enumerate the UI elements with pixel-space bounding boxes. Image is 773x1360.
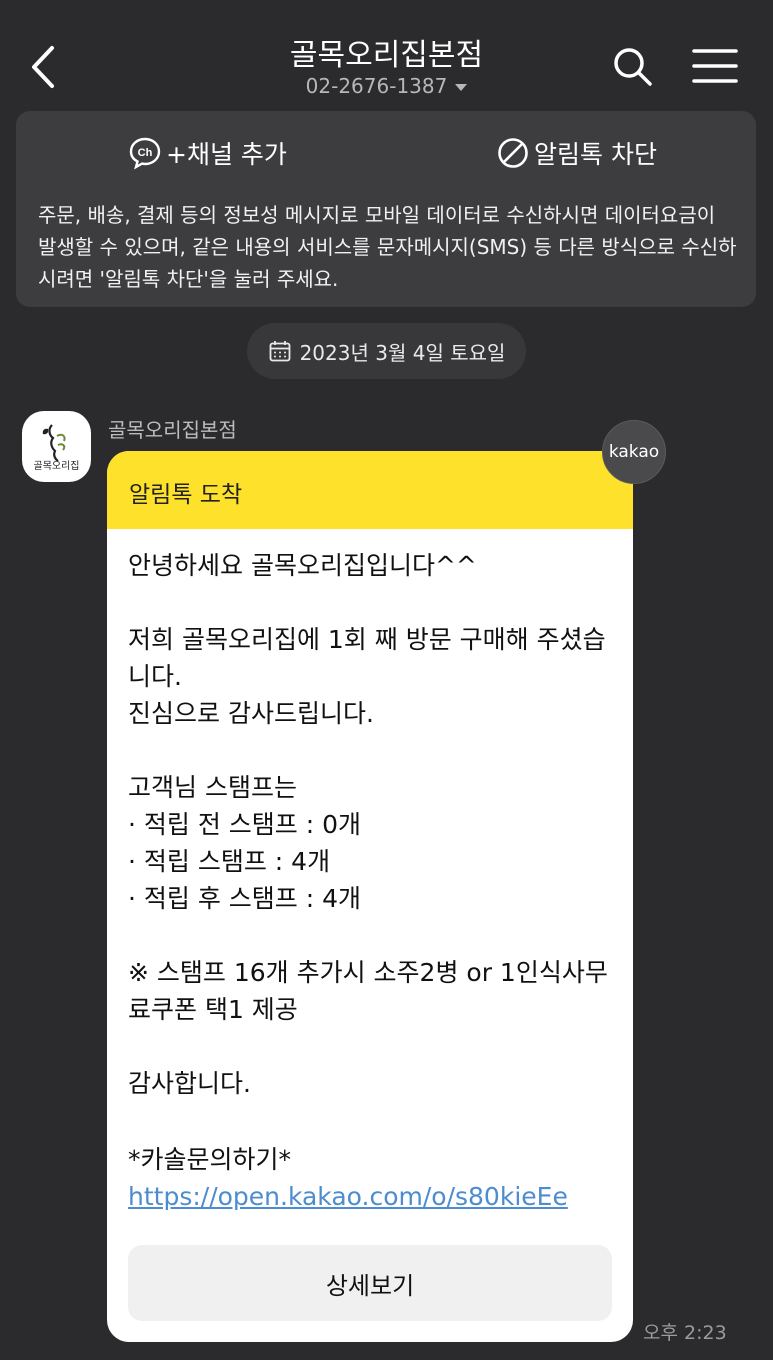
sender-name: 골목오리집본점 bbox=[108, 418, 237, 442]
block-icon bbox=[498, 138, 528, 168]
message-header-text: 알림톡 도착 bbox=[129, 482, 243, 508]
view-details-button[interactable]: 상세보기 bbox=[128, 1245, 612, 1321]
inquiry-label: *카솔문의하기* bbox=[128, 1145, 292, 1174]
calendar-icon bbox=[269, 341, 290, 362]
search-icon bbox=[614, 48, 652, 86]
svg-text:Ch: Ch bbox=[138, 147, 153, 159]
add-channel-label: +채널 추가 bbox=[166, 140, 287, 169]
caret-down-icon bbox=[455, 84, 468, 91]
message-bubble: 알림톡 도착 안녕하세요 골목오리집입니다^^ 저희 골목오리집에 1회 째 방… bbox=[107, 451, 633, 1342]
channel-notice-box: Ch +채널 추가 알림톡 차단 주문, 배송, 결제 등의 정보성 메시지로 … bbox=[16, 111, 756, 307]
search-button[interactable] bbox=[610, 44, 656, 90]
message-header: 알림톡 도착 bbox=[107, 451, 633, 529]
channel-icon: Ch bbox=[129, 137, 161, 170]
kakao-badge: kakao bbox=[602, 420, 666, 484]
avatar-text: 골목오리집 bbox=[34, 460, 80, 472]
menu-button[interactable] bbox=[690, 46, 742, 86]
open-chat-link[interactable]: https://open.kakao.com/o/s80kieEe bbox=[128, 1182, 568, 1211]
notice-text: 주문, 배송, 결제 등의 정보성 메시지로 모바일 데이터로 수신하시면 데이… bbox=[38, 203, 737, 291]
add-channel-button[interactable]: Ch +채널 추가 bbox=[128, 133, 287, 173]
hamburger-menu-icon bbox=[692, 49, 738, 83]
block-alimtalk-button[interactable]: 알림톡 차단 bbox=[496, 133, 657, 173]
block-alimtalk-label: 알림톡 차단 bbox=[534, 140, 657, 169]
date-divider: 2023년 3월 4일 토요일 bbox=[247, 323, 526, 379]
message-time: 오후 2:23 bbox=[643, 1322, 727, 1344]
phone-number[interactable]: 02-2676-1387 bbox=[0, 74, 773, 98]
message-body: 안녕하세요 골목오리집입니다^^ 저희 골목오리집에 1회 째 방문 구매해 주… bbox=[128, 551, 608, 1098]
chat-title: 골목오리집본점 bbox=[289, 38, 484, 73]
duck-logo: 골목오리집 bbox=[34, 424, 80, 472]
sender-avatar[interactable]: 골목오리집 bbox=[22, 411, 91, 482]
phone-number-text: 02-2676-1387 bbox=[305, 74, 448, 98]
inquiry-line: *카솔문의하기* https://open.kakao.com/o/s80kie… bbox=[128, 1141, 618, 1215]
date-text: 2023년 3월 4일 토요일 bbox=[299, 340, 506, 365]
